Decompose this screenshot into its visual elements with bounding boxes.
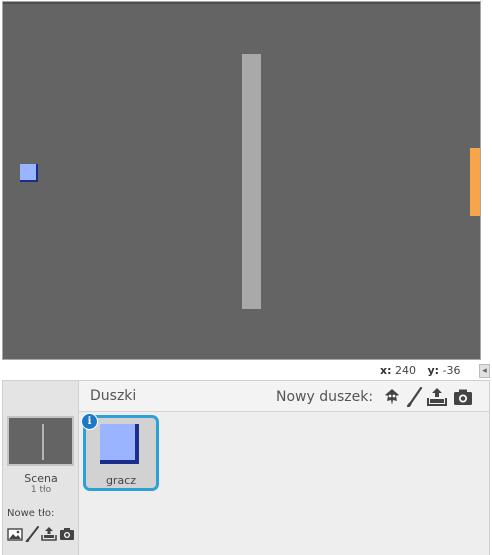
stage-top-edge xyxy=(3,2,480,4)
x-value: 240 xyxy=(395,364,416,377)
y-label: y: xyxy=(427,364,440,377)
player-sprite[interactable] xyxy=(20,164,38,182)
backdrop-library-icon[interactable] xyxy=(7,526,23,542)
stage[interactable] xyxy=(2,1,481,360)
sprite-thumbnail xyxy=(100,424,139,464)
stage-label: Scena xyxy=(24,472,58,485)
stage-column: Scena 1 tło Nowe tło: xyxy=(3,381,79,555)
wall-sprite[interactable] xyxy=(242,54,261,309)
sprite-library-icon[interactable] xyxy=(382,387,402,407)
paint-brush-icon[interactable] xyxy=(25,526,41,542)
new-sprite-label: Nowy duszek: xyxy=(276,389,374,405)
camera-icon[interactable] xyxy=(453,387,473,407)
sprite-name: gracz xyxy=(105,474,137,487)
mouse-coordinates: x: 240 y: -36 xyxy=(380,364,469,377)
info-icon[interactable]: i xyxy=(81,413,98,430)
upload-icon[interactable] xyxy=(427,387,447,407)
backdrop-count: 1 tło xyxy=(30,485,52,495)
sprites-title: Duszki xyxy=(90,388,137,404)
sprite-panel: Scena 1 tło Nowe tło: Duszki Nowy duszek… xyxy=(2,380,490,555)
x-label: x: xyxy=(380,364,392,377)
y-value: -36 xyxy=(442,364,461,377)
new-backdrop-label: Nowe tło: xyxy=(7,508,55,519)
thumbnail-wall xyxy=(42,424,44,460)
upload-icon[interactable] xyxy=(41,526,57,542)
thumbnail-goal xyxy=(72,439,74,449)
paint-brush-icon[interactable] xyxy=(405,387,425,407)
collapse-arrow-icon[interactable]: ◂ xyxy=(479,364,490,378)
goal-sprite[interactable] xyxy=(470,148,480,216)
camera-icon[interactable] xyxy=(59,526,75,542)
scratch-editor: x: 240 y: -36 ◂ Scena 1 tło Nowe tło: Du… xyxy=(0,0,492,555)
stage-thumbnail[interactable] xyxy=(7,416,74,466)
sprites-header: Duszki Nowy duszek: xyxy=(79,381,489,412)
